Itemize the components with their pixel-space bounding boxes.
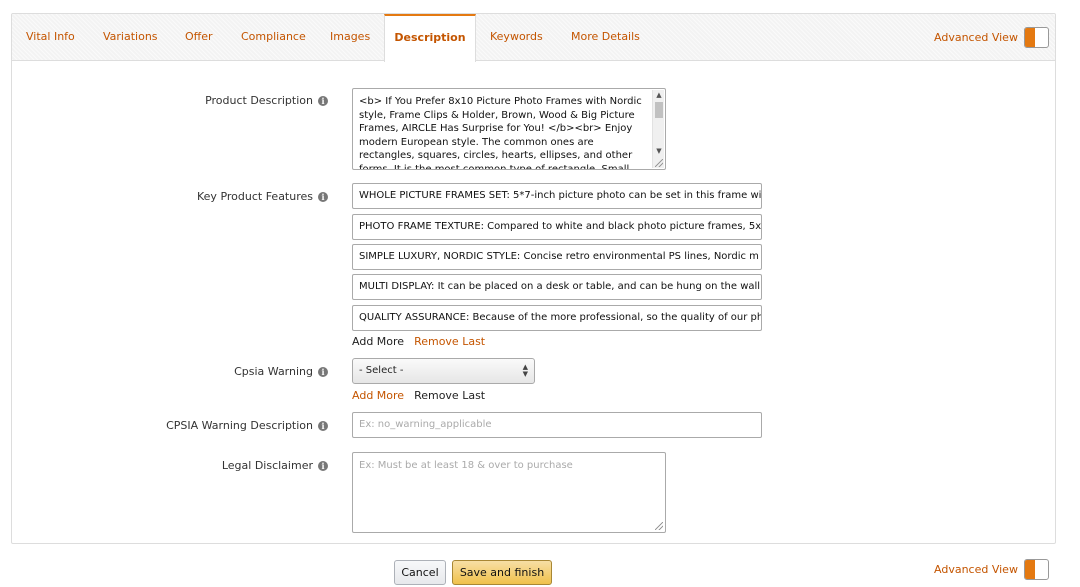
tab-bar: Vital Info Variations Offer Compliance I… [12, 14, 1055, 62]
cpsia-warning-label: Cpsia Warning i [234, 365, 328, 378]
key-product-features-label: Key Product Features i [197, 190, 328, 203]
cpsia-warning-description-input[interactable]: Ex: no_warning_applicable [352, 412, 762, 438]
cancel-button[interactable]: Cancel [394, 560, 446, 585]
toggle-on-indicator [1024, 560, 1035, 579]
legal-disclaimer-label: Legal Disclaimer i [222, 459, 328, 472]
product-description-label-text: Product Description [205, 94, 313, 107]
scroll-up-icon[interactable]: ▲ [653, 90, 665, 100]
tab-keywords[interactable]: Keywords [490, 14, 543, 61]
tab-more-details[interactable]: More Details [571, 14, 640, 61]
cpsia-warning-select[interactable]: - Select - ▲ ▼ [352, 358, 535, 384]
info-icon[interactable]: i [318, 191, 328, 202]
legal-disclaimer-placeholder: Ex: Must be at least 18 & over to purcha… [359, 460, 573, 471]
tab-description[interactable]: Description [384, 14, 476, 62]
legal-disclaimer-textarea[interactable]: Ex: Must be at least 18 & over to purcha… [352, 452, 666, 533]
cpsia-warning-description-label-text: CPSIA Warning Description [166, 419, 313, 432]
cpsia-warning-description-label: CPSIA Warning Description i [166, 419, 328, 432]
key-feature-input-3[interactable]: SIMPLE LUXURY, NORDIC STYLE: Concise ret… [352, 244, 762, 270]
key-feature-input-2[interactable]: PHOTO FRAME TEXTURE: Compared to white a… [352, 214, 762, 240]
info-icon[interactable]: i [318, 95, 328, 106]
advanced-view-label: Advanced View [934, 563, 1018, 576]
tab-images[interactable]: Images [330, 14, 370, 61]
select-arrows-icon: ▲ ▼ [522, 363, 528, 378]
tab-offer[interactable]: Offer [185, 14, 213, 61]
advanced-view-toggle-bottom[interactable]: Advanced View [934, 559, 1049, 580]
add-more-button[interactable]: Add More [352, 335, 404, 348]
cpsia-warning-actions: Add More Remove Last [352, 389, 485, 402]
tab-compliance[interactable]: Compliance [241, 14, 306, 61]
key-features-actions: Add More Remove Last [352, 335, 485, 348]
advanced-view-label: Advanced View [934, 31, 1018, 44]
tab-vital-info[interactable]: Vital Info [26, 14, 75, 61]
tab-variations[interactable]: Variations [103, 14, 158, 61]
key-feature-input-1[interactable]: WHOLE PICTURE FRAMES SET: 5*7-inch pictu… [352, 183, 762, 209]
key-feature-input-5[interactable]: QUALITY ASSURANCE: Because of the more p… [352, 305, 762, 331]
cpsia-warning-selected-value: - Select - [359, 365, 404, 376]
remove-last-button[interactable]: Remove Last [414, 335, 485, 348]
info-icon[interactable]: i [318, 460, 328, 471]
resize-grip-icon[interactable] [655, 159, 663, 167]
legal-disclaimer-label-text: Legal Disclaimer [221, 459, 313, 472]
toggle-switch[interactable] [1023, 27, 1049, 48]
info-icon[interactable]: i [318, 366, 328, 377]
cpsia-warning-description-placeholder: Ex: no_warning_applicable [359, 419, 492, 430]
key-feature-input-4[interactable]: MULTI DISPLAY: It can be placed on a des… [352, 274, 762, 300]
add-more-button[interactable]: Add More [352, 389, 404, 402]
resize-grip-icon[interactable] [655, 522, 663, 530]
scrollbar[interactable]: ▲ ▼ [652, 90, 664, 168]
info-icon[interactable]: i [318, 420, 328, 431]
advanced-view-toggle-top[interactable]: Advanced View [934, 27, 1049, 48]
cpsia-warning-label-text: Cpsia Warning [234, 365, 313, 378]
product-description-label: Product Description i [205, 94, 328, 107]
save-and-finish-button[interactable]: Save and finish [452, 560, 552, 585]
product-description-value: <b> If You Prefer 8x10 Picture Photo Fra… [359, 96, 642, 170]
toggle-switch[interactable] [1023, 559, 1049, 580]
scroll-down-icon[interactable]: ▼ [653, 146, 665, 156]
scroll-thumb[interactable] [655, 102, 663, 118]
product-description-textarea[interactable]: <b> If You Prefer 8x10 Picture Photo Fra… [352, 88, 666, 170]
key-product-features-label-text: Key Product Features [197, 190, 313, 203]
remove-last-button[interactable]: Remove Last [414, 389, 485, 402]
toggle-on-indicator [1024, 28, 1035, 47]
